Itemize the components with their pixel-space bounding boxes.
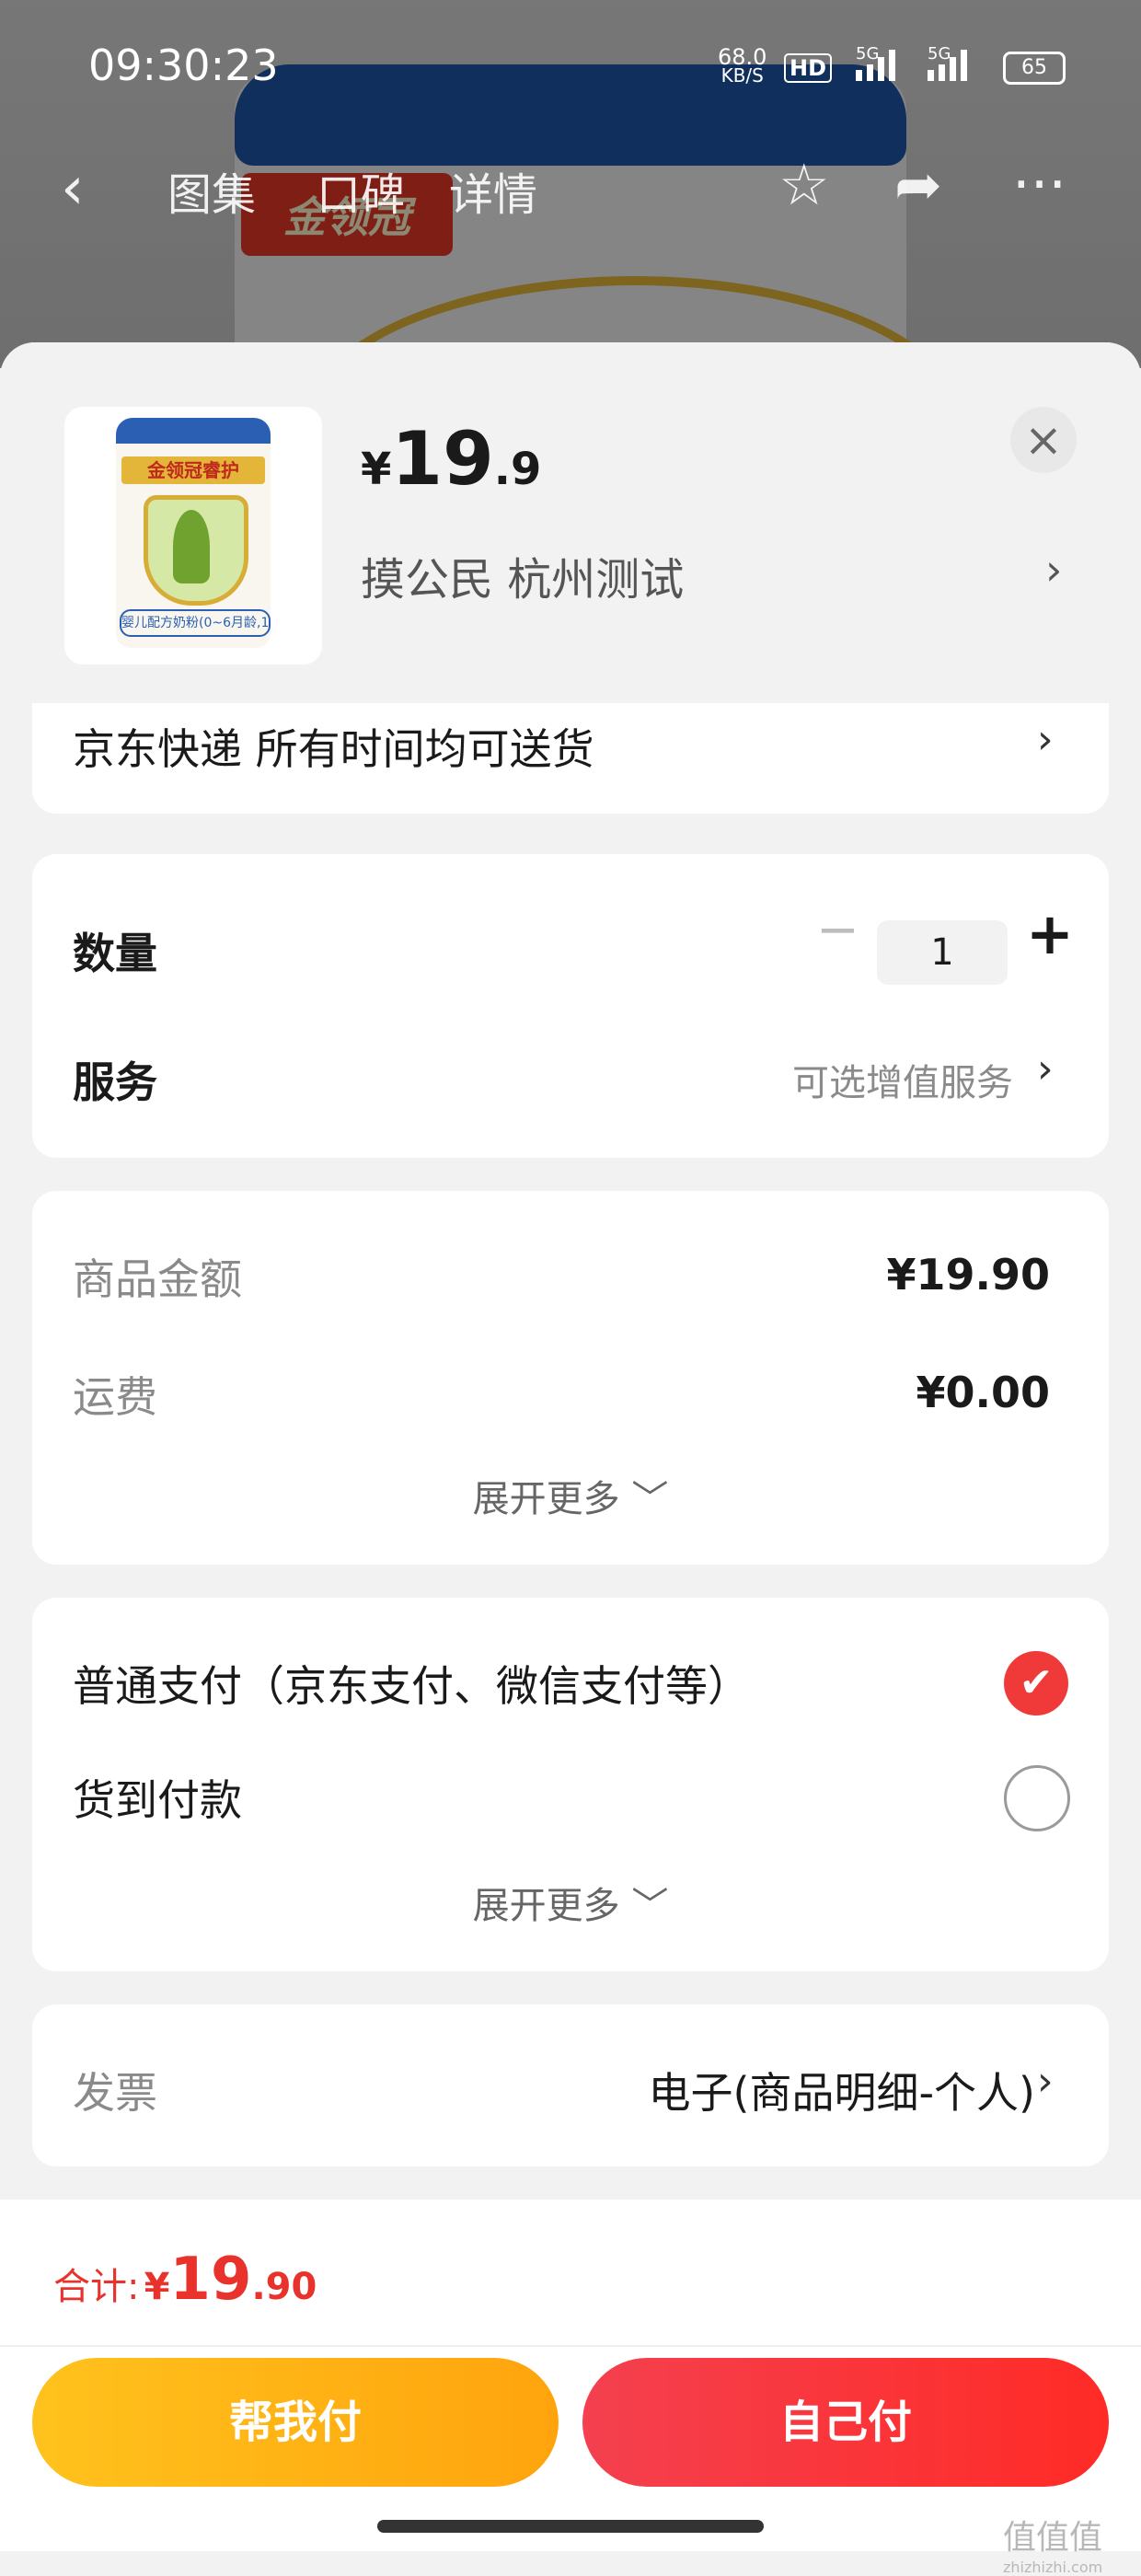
chevron-right-icon[interactable]: › <box>1045 545 1062 595</box>
service-value[interactable]: 可选增值服务 <box>792 1053 1013 1106</box>
product-nav-bar: ‹ 图集 口碑 详情 ☆ ➦ ··· <box>0 138 1141 239</box>
price-integer: 19 <box>391 416 494 502</box>
leaf-icon <box>173 510 210 583</box>
tab-details[interactable]: 详情 <box>449 158 537 223</box>
goods-amount-value: ¥19.90 <box>886 1250 1050 1300</box>
expand-more-label: 展开更多 <box>472 1885 620 1927</box>
shipping-value: ¥0.00 <box>916 1368 1050 1417</box>
invoice-card[interactable]: 发票 电子(商品明细-个人) › <box>32 2004 1109 2166</box>
invoice-value: 电子(商品明细-个人) <box>648 2068 1036 2118</box>
checked-icon[interactable]: ✔ <box>1004 1651 1068 1715</box>
total-integer: 19 <box>169 2246 252 2314</box>
network-speed-value: 68.0 <box>718 44 767 70</box>
divider <box>0 2345 1141 2347</box>
battery-icon: 65 <box>1003 52 1066 85</box>
order-total: 合计: ¥19.90 <box>53 2246 317 2314</box>
help-pay-button[interactable]: 帮我付 <box>32 2358 559 2487</box>
total-symbol: ¥ <box>144 2266 170 2308</box>
total-decimal: .90 <box>251 2266 317 2308</box>
shipping-label: 运费 <box>73 1372 157 1422</box>
chevron-down-icon: ﹀ <box>631 1885 669 1927</box>
payment-option-online[interactable]: 普通支付（京东支付、微信支付等） <box>73 1653 750 1714</box>
watermark: 值值值 zhizhizhi.com <box>1003 2511 1102 2576</box>
watermark-sub: zhizhizhi.com <box>1003 2559 1103 2576</box>
checkout-footer: 合计: ¥19.90 帮我付 自己付 值值值 zhizhizhi.com <box>0 2200 1141 2576</box>
expand-more-button[interactable]: 展开更多 ﹀ <box>32 1876 1109 1929</box>
chevron-down-icon: ﹀ <box>631 1478 669 1520</box>
invoice-label: 发票 <box>73 2068 157 2118</box>
home-indicator[interactable] <box>377 2520 764 2533</box>
close-icon[interactable]: × <box>1010 407 1077 473</box>
payment-option-cod[interactable]: 货到付款 <box>73 1767 242 1828</box>
total-label: 合计: <box>53 2266 140 2308</box>
plus-icon[interactable]: + <box>1026 900 1074 967</box>
tab-reviews[interactable]: 口碑 <box>317 158 405 223</box>
more-icon[interactable]: ··· <box>1012 151 1066 218</box>
quantity-label: 数量 <box>73 929 157 978</box>
unchecked-radio-icon[interactable] <box>1004 1765 1070 1831</box>
share-icon[interactable]: ➦ <box>894 151 942 218</box>
back-arrow-icon[interactable]: ‹ <box>61 155 85 223</box>
network-speed-unit: KB/S <box>720 64 764 87</box>
payment-card: 普通支付（京东支付、微信支付等） ✔ 货到付款 展开更多 ﹀ <box>32 1598 1109 1971</box>
amounts-card: 商品金额 ¥19.90 运费 ¥0.00 展开更多 ﹀ <box>32 1191 1109 1565</box>
expand-more-button[interactable]: 展开更多 ﹀ <box>32 1469 1109 1522</box>
hd-badge: HD <box>784 53 833 83</box>
chevron-right-icon[interactable]: › <box>1037 2058 1054 2105</box>
network-speed: 68.0 KB/S <box>718 44 767 87</box>
chevron-right-icon[interactable]: › <box>1037 1045 1054 1092</box>
thumbnail-label: 婴儿配方奶粉(0~6月龄,1段) <box>120 609 271 637</box>
product-thumbnail[interactable]: 金领冠睿护 婴儿配方奶粉(0~6月龄,1段) <box>64 407 322 664</box>
delivery-text: 京东快递 所有时间均可送货 <box>73 724 594 774</box>
star-icon[interactable]: ☆ <box>778 151 830 218</box>
quantity-input[interactable]: 1 <box>877 920 1008 985</box>
service-label: 服务 <box>73 1057 157 1107</box>
delivery-address[interactable]: 摸公民 杭州测试 <box>361 543 684 607</box>
price-symbol: ¥ <box>361 444 392 495</box>
tab-gallery[interactable]: 图集 <box>167 158 256 223</box>
signal-5g-label: 5G <box>856 44 880 64</box>
signal-5g-label: 5G <box>928 44 951 64</box>
thumbnail-brand: 金领冠睿护 <box>121 456 265 484</box>
expand-more-label: 展开更多 <box>472 1478 620 1520</box>
goods-amount-label: 商品金额 <box>73 1254 242 1304</box>
price-decimal: .9 <box>493 444 542 495</box>
product-price: ¥19.9 <box>361 416 541 502</box>
sheet-header: 金领冠睿护 婴儿配方奶粉(0~6月龄,1段) ¥19.9 摸公民 杭州测试 › … <box>0 342 1141 701</box>
self-pay-button[interactable]: 自己付 <box>582 2358 1109 2487</box>
quantity-service-card: 数量 − 1 + 服务 可选增值服务 › <box>32 854 1109 1158</box>
signal-icon: 5G <box>928 44 967 81</box>
chevron-right-icon[interactable]: › <box>1037 716 1054 763</box>
signal-icon: 5G <box>856 44 895 81</box>
delivery-card[interactable]: 京东快递 所有时间均可送货 › <box>32 703 1109 814</box>
status-time: 09:30:23 <box>88 40 279 90</box>
status-bar: 09:30:23 68.0 KB/S HD 5G 5G 65 <box>0 0 1141 138</box>
minus-icon[interactable]: − <box>816 900 859 960</box>
